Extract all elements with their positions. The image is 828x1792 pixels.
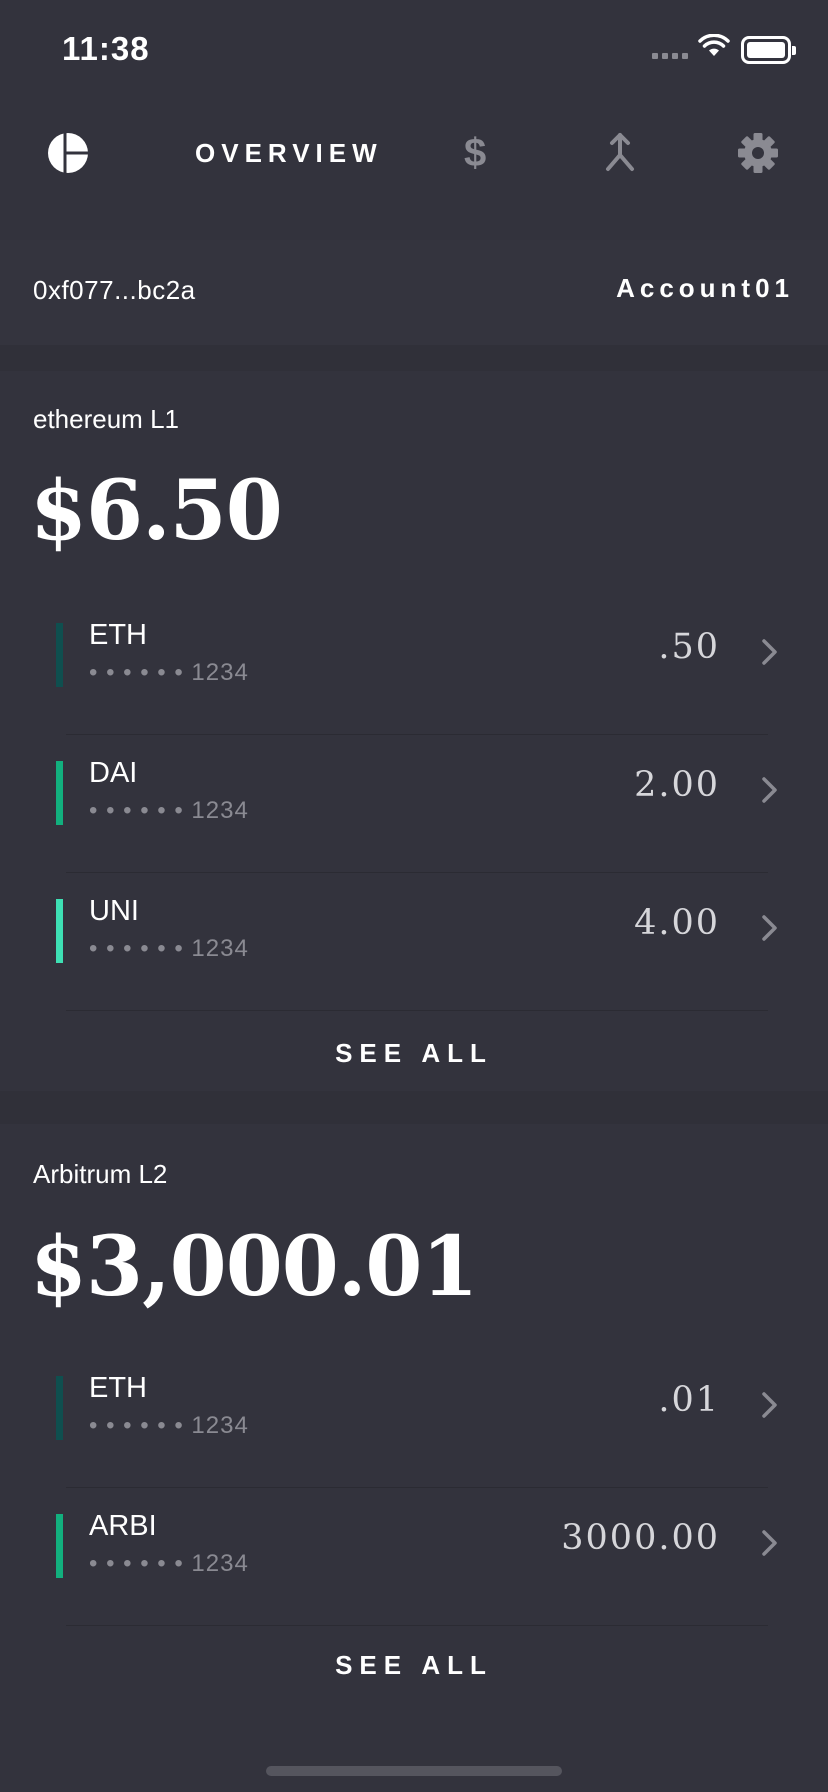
token-row-uni[interactable]: UNI • • • • • • 1234 4.00 <box>0 873 828 1011</box>
token-symbol: ETH <box>89 1372 147 1404</box>
token-symbol: UNI <box>89 895 139 927</box>
wifi-icon <box>698 33 730 63</box>
section-divider <box>0 345 828 371</box>
token-masked-account: • • • • • • 1234 <box>89 935 249 962</box>
network-total-balance: $3,000.01 <box>30 1219 478 1315</box>
network-section-ethereum: ethereum L1 $6.50 ETH • • • • • • 1234 .… <box>0 371 828 1091</box>
account-row[interactable]: 0xf077...bc2a Account01 <box>0 240 828 345</box>
status-time: 11:38 <box>62 30 150 67</box>
token-row-dai[interactable]: DAI • • • • • • 1234 2.00 <box>0 735 828 873</box>
tab-overview-label[interactable]: OVERVIEW <box>195 118 383 188</box>
token-symbol: DAI <box>89 757 138 789</box>
chevron-right-icon[interactable] <box>760 637 780 672</box>
token-row-arbi[interactable]: ARBI • • • • • • 1234 3000.00 <box>0 1488 828 1626</box>
tab-dollar-icon[interactable]: $ <box>464 118 486 188</box>
status-bar: 11:38 <box>0 0 828 96</box>
token-masked-account: • • • • • • 1234 <box>89 1412 249 1439</box>
token-color-bar <box>56 1514 63 1578</box>
top-nav: OVERVIEW $ <box>0 118 828 188</box>
token-amount: 2.00 <box>634 765 720 805</box>
tab-merge-arrow-icon[interactable] <box>600 118 640 188</box>
account-name: Account01 <box>616 273 794 303</box>
row-separator <box>66 1625 768 1626</box>
home-indicator[interactable] <box>266 1766 562 1776</box>
see-all-button[interactable]: SEE ALL <box>0 1650 828 1681</box>
chevron-right-icon[interactable] <box>760 1390 780 1425</box>
network-section-arbitrum: Arbitrum L2 $3,000.01 ETH • • • • • • 12… <box>0 1124 828 1744</box>
tab-overview-pie-chart-icon[interactable] <box>46 118 90 188</box>
token-color-bar <box>56 899 63 963</box>
section-divider <box>0 1091 828 1124</box>
token-masked-account: • • • • • • 1234 <box>89 659 249 686</box>
battery-icon <box>741 36 796 64</box>
token-symbol: ETH <box>89 619 147 651</box>
token-amount: .50 <box>658 627 720 667</box>
token-amount: .01 <box>658 1380 720 1420</box>
network-label: ethereum L1 <box>33 404 179 434</box>
wallet-address: 0xf077...bc2a <box>33 275 196 305</box>
token-color-bar <box>56 761 63 825</box>
token-row-eth[interactable]: ETH • • • • • • 1234 .50 <box>0 597 828 735</box>
token-masked-account: • • • • • • 1234 <box>89 797 249 824</box>
chevron-right-icon[interactable] <box>760 1528 780 1563</box>
network-total-balance: $6.50 <box>30 463 283 559</box>
row-separator <box>66 1010 768 1011</box>
see-all-button[interactable]: SEE ALL <box>0 1038 828 1069</box>
cellular-signal-icon <box>652 53 688 59</box>
token-row-eth[interactable]: ETH • • • • • • 1234 .01 <box>0 1350 828 1488</box>
chevron-right-icon[interactable] <box>760 913 780 948</box>
token-amount: 3000.00 <box>561 1518 720 1558</box>
token-amount: 4.00 <box>634 903 720 943</box>
tab-settings-gear-icon[interactable] <box>736 118 780 188</box>
token-color-bar <box>56 1376 63 1440</box>
chevron-right-icon[interactable] <box>760 775 780 810</box>
network-label: Arbitrum L2 <box>33 1159 168 1189</box>
token-color-bar <box>56 623 63 687</box>
token-masked-account: • • • • • • 1234 <box>89 1550 249 1577</box>
token-symbol: ARBI <box>89 1510 157 1542</box>
